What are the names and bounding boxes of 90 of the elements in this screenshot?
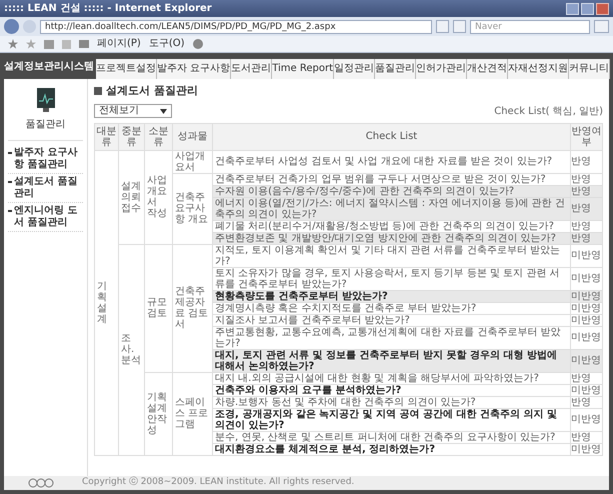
status-cell: 미반영 — [570, 244, 602, 267]
checklist-cell: 수자원 이용(음수/용수/정수/중수)에 관한 건축주의 의견이 있는가? — [212, 185, 570, 197]
column-header: 소분류 — [144, 123, 172, 150]
checklist-cell: 대지 내.외의 공급시설에 대한 현황 및 계획을 해당부서에 파악하였는가? — [212, 372, 570, 384]
status-cell: 반영 — [570, 396, 602, 408]
status-cell: 미반영 — [570, 349, 602, 372]
filter-select[interactable]: 전체보기 — [94, 104, 172, 118]
search-field[interactable]: Naver — [470, 20, 590, 34]
status-cell: 반영 — [570, 372, 602, 384]
sidebar-title: 품질관리 — [26, 118, 66, 132]
checklist-cell: 폐기물 처리(분리수거/재활용/청소방법 등)에 관한 건축주의 의견이 있는가? — [212, 220, 570, 232]
toolbar-menu[interactable]: 도구(O) — [148, 39, 185, 49]
page-title: 설계도서 품질관리 — [106, 83, 198, 99]
checklist-cell: 에너지 이용(열/전기/가스: 에너지 절약시스템 : 자연 에너지이용 등)에 관한 건축주의 의견이 있는가? — [212, 197, 570, 220]
nav-tab[interactable]: 자재선정지원 — [508, 59, 569, 79]
status-cell: 반영 — [570, 431, 602, 443]
dropdown-icon — [160, 108, 167, 114]
add-star-icon[interactable] — [26, 39, 36, 49]
sidebar-link[interactable]: 발주자 요구사항 품질관리 — [14, 147, 83, 171]
site-logo: 설계정보관리시스템 — [3, 60, 95, 74]
status-cell: 미반영 — [570, 267, 602, 290]
column-header: Check List — [212, 123, 570, 150]
status-cell: 반영 — [570, 173, 602, 185]
checklist-cell: 주변교통현황, 교통수요예측, 교통개선계획에 대한 자료를 건축주로부터 받았는가? — [212, 326, 570, 349]
checklist-cell: 지질조사 보고서를 건축주로부터 받았는가? — [212, 314, 570, 326]
checklist-cell: 대지환경요소를 체계적으로 분석, 정리하였는가? — [212, 443, 570, 455]
status-cell: 미반영 — [570, 443, 602, 455]
status-cell: 미반영 — [570, 326, 602, 349]
category-cell: 기획설계 안작성 — [144, 372, 172, 455]
back-button[interactable] — [4, 19, 19, 34]
checklist-legend: Check List( 핵심, 일반) — [494, 104, 603, 118]
status-cell: 반영 — [570, 232, 602, 244]
checklist-cell: 현황측량도를 건축주로부터 받았는가? — [212, 290, 570, 302]
status-cell: 미반영 — [570, 384, 602, 396]
category-cell: 조사.분석 — [118, 244, 144, 455]
column-header: 반영여부 — [570, 123, 602, 150]
status-cell: 반영 — [570, 197, 602, 220]
category-cell: 스페이스 프로그램 — [172, 372, 212, 455]
status-cell: 미반영 — [570, 290, 602, 302]
minimize-button[interactable] — [566, 2, 579, 14]
nav-tab[interactable]: 프로젝트설정 — [96, 59, 157, 79]
close-button[interactable] — [596, 2, 609, 14]
nav-tab[interactable]: 일정관리 — [334, 59, 375, 79]
nav-tab[interactable]: 도서관리 — [231, 59, 272, 79]
nav-tab[interactable]: 커뮤니티 — [569, 59, 610, 79]
status-cell: 반영 — [570, 220, 602, 232]
checklist-cell: 차량.보행자 동선 및 주차에 대한 건축주의 의견이 있는가? — [212, 396, 570, 408]
status-cell: 반영 — [570, 150, 602, 173]
nav-tab[interactable]: 발주자 요구사항 — [157, 59, 232, 79]
status-cell: 미반영 — [570, 408, 602, 431]
copyright-text: Copyright ⓒ 2008~2009. LEAN institute. All rights reserved. — [82, 476, 354, 490]
checklist-cell: 건축주로부터 사업성 검토서 및 사업 개요에 대한 자료를 받은 것이 있는가? — [212, 150, 570, 173]
checklist-cell: 대지, 토지 관련 서류 및 정보를 건축주로부터 받지 못할 경우의 대형 방법에 대해서 논의하였는가? — [212, 349, 570, 372]
monitor-icon — [34, 87, 56, 113]
checklist-cell: 지적도, 토지 이용계획 확인서 및 기타 대지 관련 서류를 건축주로부터 받았는가? — [212, 244, 570, 267]
nav-tab[interactable]: Time Report — [272, 59, 334, 79]
sidebar-link[interactable]: 엔지니어링 도서 품질관리 — [14, 205, 83, 229]
category-cell: 사업개요서 작성 — [144, 150, 172, 244]
nav-tab[interactable]: 인허가관리 — [416, 59, 467, 79]
maximize-button[interactable] — [581, 2, 594, 14]
category-cell: 건축주 제공자료 검토서 — [172, 244, 212, 372]
window-title: ::::: LEAN 건설 ::::: - Internet Explorer — [4, 2, 212, 16]
checklist-cell: 토지 소유자가 많을 경우, 토지 사용승락서, 토지 등기부 등본 및 토지 관련 서류를 건축주로부터 받았는가? — [212, 267, 570, 290]
bullet-icon — [94, 87, 102, 96]
nav-tab[interactable]: 품질관리 — [375, 59, 416, 79]
checklist-cell: 주변환경보존 및 개발방안/대기오염 방지안에 관한 건축주의 의견이 있는가? — [212, 232, 570, 244]
search-button[interactable] — [594, 20, 609, 33]
status-cell: 반영 — [570, 185, 602, 197]
checklist-cell: 경계명시측량 혹은 수치지적도를 건축주로 부터 받았는가? — [212, 302, 570, 314]
column-header: 성과물 — [172, 123, 212, 150]
nav-tab[interactable]: 개산견적 — [467, 59, 508, 79]
category-cell: 건축주 요구사항 개요 — [172, 173, 212, 244]
category-cell: 규모검토 — [144, 244, 172, 372]
category-cell: 사업개요서 — [172, 150, 212, 173]
checklist-cell: 분수, 연못, 산책로 및 스트리트 퍼니처에 대한 건축주의 요구사항이 있는가? — [212, 431, 570, 443]
checklist-cell: 건축주로부터 건축가의 업무 범위를 구두나 서면상으로 받은 것이 있는가? — [212, 173, 570, 185]
status-cell: 미반영 — [570, 302, 602, 314]
checklist-cell: 조경, 공개공지와 같은 녹지공간 및 지역 공여 공간에 대한 건축주의 의지 및 의견이 있는가? — [212, 408, 570, 431]
sidebar-link[interactable]: 설계도서 품질관리 — [14, 176, 83, 200]
status-cell: 미반영 — [570, 314, 602, 326]
stop-button[interactable] — [453, 20, 466, 33]
star-icon[interactable] — [8, 39, 18, 49]
address-field[interactable]: http://lean.doalltech.com/LEAN5/DIMS/PD/PD_MG/PD_MG_2.aspx — [40, 20, 432, 34]
checklist-cell: 건축주와 이용자의 요구를 분석하였는가? — [212, 384, 570, 396]
column-header: 대분류 — [94, 123, 118, 150]
column-header: 중분류 — [118, 123, 144, 150]
category-cell: 기획설계 — [94, 150, 118, 455]
category-cell: 설계의뢰 접수 — [118, 150, 144, 244]
refresh-button[interactable] — [436, 20, 449, 33]
toolbar-menu[interactable]: 페이지(P) — [97, 39, 141, 49]
